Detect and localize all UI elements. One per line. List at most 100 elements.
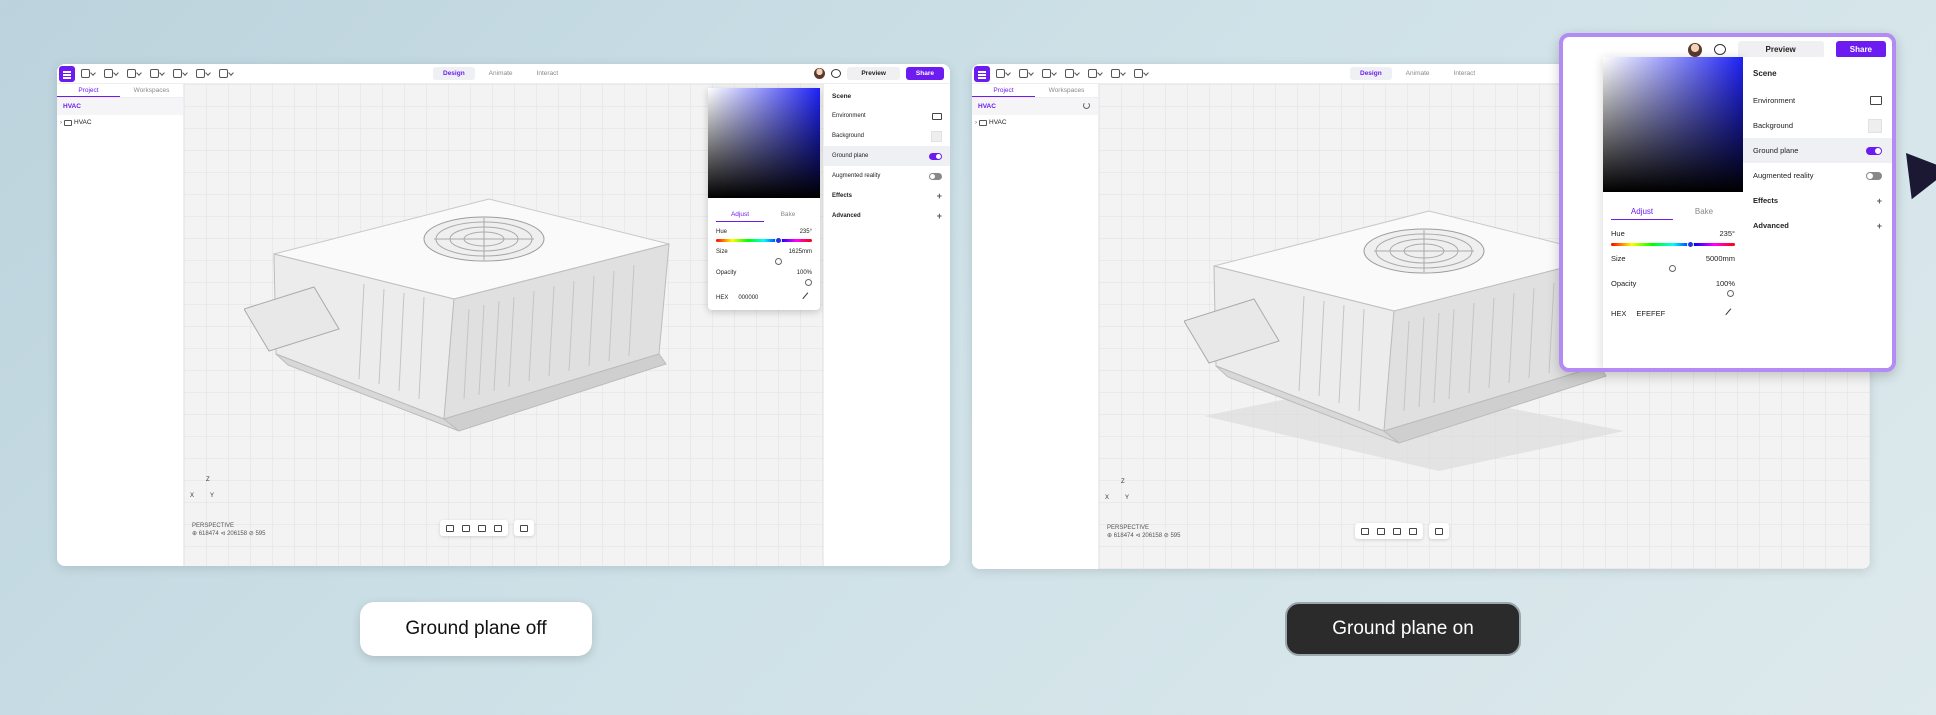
main-menu-button[interactable] bbox=[974, 66, 990, 82]
effects-row[interactable]: Effects + bbox=[824, 186, 950, 206]
augmented-reality-toggle[interactable] bbox=[1866, 171, 1882, 180]
eyedropper-icon[interactable] bbox=[1725, 307, 1737, 320]
pen-tool-icon[interactable] bbox=[173, 68, 188, 78]
light-tool-icon[interactable] bbox=[1042, 68, 1057, 78]
book-icon[interactable] bbox=[932, 112, 942, 120]
advanced-row[interactable]: Advanced + bbox=[824, 206, 950, 226]
saturation-area[interactable] bbox=[1603, 57, 1743, 192]
add-effect-icon[interactable]: + bbox=[937, 191, 942, 201]
shape-tool-icon[interactable] bbox=[1065, 68, 1080, 78]
light-tool-icon[interactable] bbox=[127, 68, 142, 78]
image-button[interactable] bbox=[514, 520, 534, 536]
size-value[interactable]: 1625mm bbox=[789, 249, 812, 255]
render-icon[interactable] bbox=[494, 524, 502, 532]
tab-workspaces[interactable]: Workspaces bbox=[120, 84, 183, 97]
size-value[interactable]: 5000mm bbox=[1706, 254, 1735, 263]
opacity-slider-knob[interactable] bbox=[805, 279, 812, 286]
add-advanced-icon[interactable]: + bbox=[937, 211, 942, 221]
comment-icon[interactable] bbox=[831, 69, 842, 78]
preview-button[interactable]: Preview bbox=[1737, 41, 1824, 58]
ground-plane-row[interactable]: Ground plane bbox=[1743, 138, 1892, 163]
tab-design[interactable]: Design bbox=[433, 67, 475, 80]
grid-icon[interactable] bbox=[1377, 527, 1385, 535]
color-format-select[interactable]: HEX bbox=[716, 295, 728, 301]
hue-value[interactable]: 235° bbox=[1719, 229, 1735, 238]
tab-bake[interactable]: Bake bbox=[1673, 207, 1735, 220]
project-title[interactable]: HVAC bbox=[972, 98, 1098, 115]
size-slider-knob[interactable] bbox=[775, 258, 782, 265]
pen-tool-icon[interactable] bbox=[1088, 68, 1103, 78]
hex-input[interactable]: 000000 bbox=[738, 295, 758, 301]
add-advanced-icon[interactable]: + bbox=[1877, 221, 1882, 231]
size-slider-knob[interactable] bbox=[1669, 265, 1676, 272]
augmented-reality-toggle[interactable] bbox=[929, 172, 942, 180]
avatar[interactable] bbox=[1687, 42, 1702, 57]
tab-animate[interactable]: Animate bbox=[479, 67, 523, 80]
snap-icon[interactable] bbox=[478, 524, 486, 532]
hex-input[interactable]: EFEFEF bbox=[1636, 309, 1665, 318]
shape-tool-icon[interactable] bbox=[150, 68, 165, 78]
effects-row[interactable]: Effects + bbox=[1743, 188, 1892, 213]
ground-plane-toggle[interactable] bbox=[929, 152, 942, 160]
camera-mode[interactable]: PERSPECTIVE bbox=[1107, 524, 1180, 532]
grid-icon[interactable] bbox=[462, 524, 470, 532]
tab-adjust[interactable]: Adjust bbox=[1611, 207, 1673, 220]
opacity-value[interactable]: 100% bbox=[1716, 279, 1735, 288]
tab-design[interactable]: Design bbox=[1350, 67, 1392, 80]
opacity-slider-knob[interactable] bbox=[1727, 290, 1734, 297]
background-row[interactable]: Background bbox=[824, 126, 950, 146]
environment-row[interactable]: Environment bbox=[824, 106, 950, 126]
environment-row[interactable]: Environment bbox=[1743, 88, 1892, 113]
share-button[interactable]: Share bbox=[905, 67, 944, 80]
book-icon[interactable] bbox=[1870, 96, 1882, 105]
hue-slider[interactable] bbox=[716, 239, 812, 242]
image-button[interactable] bbox=[1429, 523, 1449, 539]
augmented-reality-row[interactable]: Augmented reality bbox=[1743, 163, 1892, 188]
saturation-area[interactable] bbox=[708, 88, 820, 198]
hue-slider-knob[interactable] bbox=[775, 237, 782, 244]
hvac-unit-model[interactable] bbox=[244, 169, 684, 439]
opacity-value[interactable]: 100% bbox=[797, 270, 812, 276]
tab-bake[interactable]: Bake bbox=[764, 211, 812, 222]
add-effect-icon[interactable]: + bbox=[1877, 196, 1882, 206]
ground-plane-toggle[interactable] bbox=[1866, 146, 1882, 155]
camera-mode[interactable]: PERSPECTIVE bbox=[192, 522, 265, 530]
tab-project[interactable]: Project bbox=[57, 84, 120, 97]
main-menu-button[interactable] bbox=[59, 66, 75, 82]
project-title[interactable]: HVAC bbox=[57, 98, 183, 115]
background-swatch[interactable] bbox=[931, 130, 942, 142]
ground-plane-row[interactable]: Ground plane bbox=[824, 146, 950, 166]
tab-interact[interactable]: Interact bbox=[1444, 67, 1486, 80]
hue-value[interactable]: 235° bbox=[800, 229, 812, 235]
augmented-reality-row[interactable]: Augmented reality bbox=[824, 166, 950, 186]
hue-slider-knob[interactable] bbox=[1687, 241, 1694, 248]
tab-animate[interactable]: Animate bbox=[1396, 67, 1440, 80]
transform-tool-icon[interactable] bbox=[1134, 68, 1149, 78]
select-tool-icon[interactable] bbox=[81, 68, 96, 78]
avatar[interactable] bbox=[814, 68, 826, 79]
hue-slider[interactable] bbox=[1611, 243, 1735, 246]
comment-icon[interactable] bbox=[1713, 44, 1726, 55]
share-button[interactable]: Share bbox=[1835, 41, 1886, 58]
tab-adjust[interactable]: Adjust bbox=[716, 211, 764, 222]
tree-item-hvac[interactable]: › HVAC bbox=[972, 115, 1098, 130]
fit-view-icon[interactable] bbox=[1361, 527, 1369, 535]
render-icon[interactable] bbox=[1409, 527, 1417, 535]
transform-tool-icon[interactable] bbox=[219, 68, 234, 78]
frame-tool-icon[interactable] bbox=[104, 68, 119, 78]
advanced-row[interactable]: Advanced + bbox=[1743, 213, 1892, 238]
tree-item-hvac[interactable]: › HVAC bbox=[57, 115, 183, 130]
chevron-right-icon[interactable]: › bbox=[975, 120, 977, 126]
select-tool-icon[interactable] bbox=[996, 68, 1011, 78]
snap-icon[interactable] bbox=[1393, 527, 1401, 535]
preview-button[interactable]: Preview bbox=[847, 67, 900, 80]
tab-interact[interactable]: Interact bbox=[527, 67, 569, 80]
background-swatch[interactable] bbox=[1868, 118, 1882, 133]
tab-project[interactable]: Project bbox=[972, 84, 1035, 97]
folder-tool-icon[interactable] bbox=[196, 68, 211, 78]
tab-workspaces[interactable]: Workspaces bbox=[1035, 84, 1098, 97]
chevron-right-icon[interactable]: › bbox=[60, 120, 62, 126]
eyedropper-icon[interactable] bbox=[802, 292, 814, 304]
color-format-select[interactable]: HEX bbox=[1611, 309, 1626, 318]
fit-view-icon[interactable] bbox=[446, 524, 454, 532]
